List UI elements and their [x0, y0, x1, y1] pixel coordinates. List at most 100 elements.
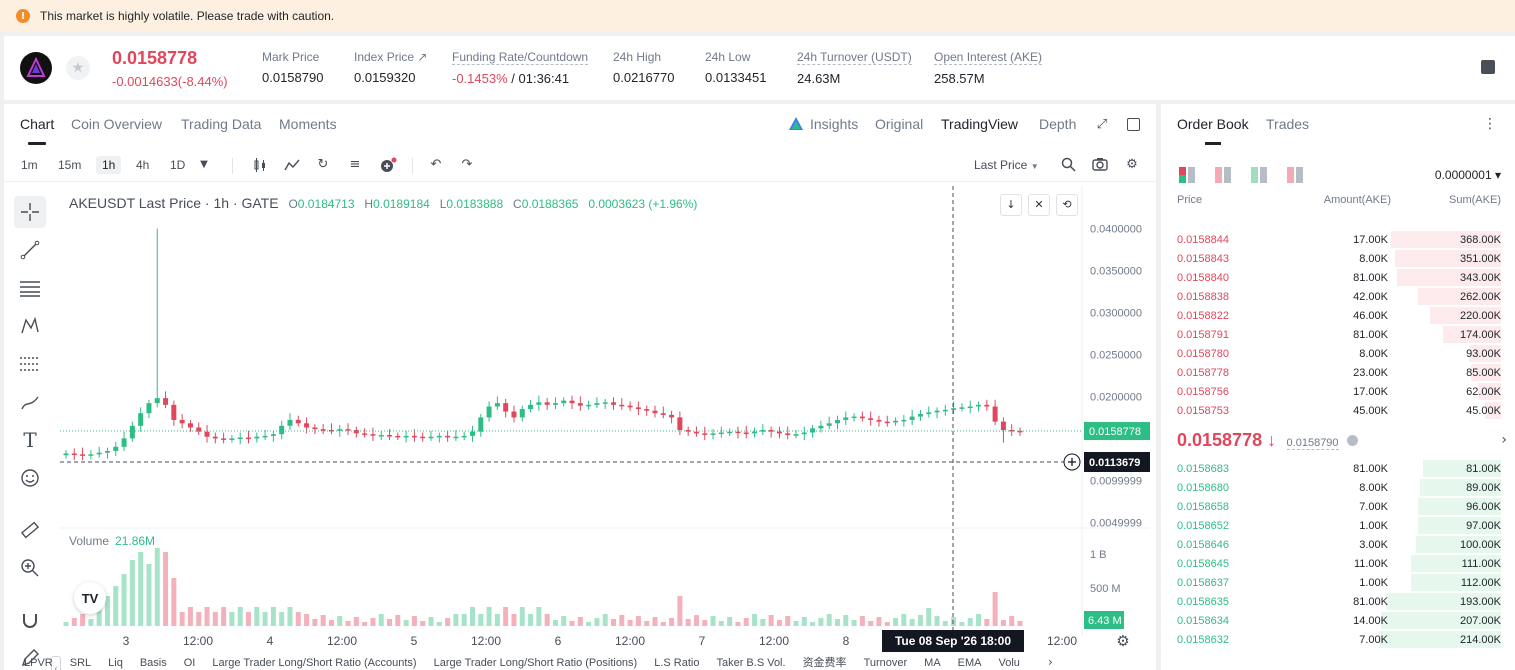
stat-index-price[interactable]: Index Price ↗ 0.0159320 [354, 50, 427, 85]
indicator-item[interactable]: Basis [140, 657, 167, 669]
settings-gear-icon[interactable]: ⚙ [1124, 157, 1140, 173]
interval-15m[interactable]: 15m [52, 156, 87, 174]
ask-row[interactable]: 0.0158844 17.00K 368.00K [1161, 231, 1515, 250]
ask-row[interactable]: 0.0158840 81.00K 343.00K [1161, 269, 1515, 288]
tab-depth[interactable]: Depth [1039, 116, 1076, 132]
bid-row[interactable]: 0.0158680 8.00K 89.00K [1161, 479, 1515, 498]
book-icon[interactable] [1481, 60, 1495, 74]
emoji-icon[interactable] [14, 462, 46, 494]
tab-moments[interactable]: Moments [279, 116, 337, 132]
bid-row[interactable]: 0.0158683 81.00K 81.00K [1161, 460, 1515, 479]
indicator-item[interactable]: MA [924, 657, 941, 669]
chevron-right-icon[interactable]: › [1048, 655, 1053, 669]
indicator-item[interactable]: Large Trader Long/Short Ratio (Accounts) [212, 657, 416, 669]
view-both-icon[interactable] [1179, 167, 1195, 183]
indicator-item[interactable]: Turnover [864, 657, 908, 669]
fib-levels-icon[interactable] [14, 348, 46, 380]
tradingview-logo-icon[interactable]: TV [74, 582, 106, 614]
candlestick-chart[interactable]: 0.0400000 0.0350000 0.0300000 0.0250000 0.02… [60, 186, 1150, 670]
ask-row[interactable]: 0.0158780 8.00K 93.00K [1161, 345, 1515, 364]
crosshair-icon[interactable] [14, 196, 46, 228]
tab-order-book[interactable]: Order Book [1177, 116, 1249, 145]
interval-1m[interactable]: 1m [15, 156, 44, 174]
ruler-icon[interactable] [14, 514, 46, 546]
templates-icon[interactable]: ≡ [347, 157, 363, 173]
collapse-arrows-icon[interactable]: ✕ [1028, 194, 1050, 216]
window-icon[interactable] [1127, 118, 1140, 131]
tab-chart[interactable]: Chart [20, 116, 54, 145]
bid-row[interactable]: 0.0158652 1.00K 97.00K [1161, 517, 1515, 536]
reset-view-icon[interactable]: ⟲ [1056, 194, 1078, 216]
indicator-item[interactable]: Large Trader Long/Short Ratio (Positions… [434, 657, 638, 669]
indicator-item[interactable]: Taker B.S Vol. [716, 657, 785, 669]
bid-row[interactable]: 0.0158634 14.00K 207.00K [1161, 612, 1515, 631]
indicator-item[interactable]: EMA [958, 657, 982, 669]
indicator-item[interactable]: LPVR [24, 657, 53, 669]
bid-row[interactable]: 0.0158637 1.00K 112.00K [1161, 574, 1515, 593]
indicator-item[interactable]: Volu [999, 657, 1020, 669]
view-bids-icon[interactable] [1251, 167, 1267, 183]
horizontal-lines-icon[interactable] [14, 272, 46, 304]
redo-icon[interactable]: ↷ [459, 157, 475, 173]
scroll-down-icon[interactable]: ↓ [1000, 194, 1022, 216]
view-depth-icon[interactable] [1287, 167, 1303, 183]
ask-row[interactable]: 0.0158756 17.00K 62.00K [1161, 383, 1515, 402]
tab-coin-overview[interactable]: Coin Overview [71, 116, 162, 132]
interval-1h[interactable]: 1h [96, 156, 122, 174]
favorite-star-icon[interactable]: ★ [66, 56, 90, 80]
bid-row[interactable]: 0.0158632 7.00K 214.00K [1161, 631, 1515, 650]
ask-row[interactable]: 0.0158791 81.00K 174.00K [1161, 326, 1515, 345]
interval-dropdown-icon[interactable]: ▼ [196, 157, 212, 173]
bid-row[interactable]: 0.0158646 3.00K 100.00K [1161, 536, 1515, 555]
text-tool-icon[interactable]: T [14, 424, 46, 456]
precision-select[interactable]: 0.0000001 ▾ [1435, 168, 1501, 182]
candle-body [436, 435, 442, 438]
price-tick-label: 0.0099999 [1090, 475, 1142, 487]
pattern-icon[interactable] [14, 310, 46, 342]
tab-tradingview[interactable]: TradingView [941, 116, 1018, 132]
brush-icon[interactable] [14, 386, 46, 418]
interval-1d[interactable]: 1D [164, 156, 191, 174]
ask-row[interactable]: 0.0158778 23.00K 85.00K [1161, 364, 1515, 383]
more-options-icon[interactable]: ⋮ [1483, 116, 1497, 132]
indicator-item[interactable]: L.S Ratio [654, 657, 699, 669]
chevron-right-icon[interactable]: › [1501, 432, 1507, 448]
expand-icon[interactable]: ⤢ [1094, 117, 1110, 133]
legend-high: 0.0189184 [373, 197, 430, 211]
trend-line-icon[interactable] [14, 234, 46, 266]
search-icon[interactable] [1060, 157, 1076, 173]
volume-bar [262, 612, 268, 626]
stat-value: 258.57M [934, 71, 985, 86]
tab-insights[interactable]: Insights [788, 116, 858, 132]
indicator-item[interactable]: SRL [70, 657, 91, 669]
undo-icon[interactable]: ↶ [428, 157, 444, 173]
row-price: 0.0158645 [1177, 558, 1229, 570]
indicator-item[interactable]: OI [184, 657, 196, 669]
add-alert-icon[interactable] [379, 157, 397, 173]
tab-trades[interactable]: Trades [1266, 116, 1309, 132]
zoom-in-icon[interactable] [14, 552, 46, 584]
indicator-item[interactable]: Liq [108, 657, 123, 669]
candle-body [237, 437, 243, 440]
indicators-icon[interactable] [284, 157, 300, 173]
ask-row[interactable]: 0.0158753 45.00K 45.00K [1161, 402, 1515, 421]
indicator-item[interactable]: 资金费率 [803, 657, 847, 669]
ask-row[interactable]: 0.0158822 46.00K 220.00K [1161, 307, 1515, 326]
bid-row[interactable]: 0.0158645 11.00K 111.00K [1161, 555, 1515, 574]
candle-type-icon[interactable] [252, 157, 268, 173]
magnet-icon[interactable] [14, 604, 46, 636]
replay-icon[interactable]: ↻ [315, 157, 331, 173]
bid-row[interactable]: 0.0158658 7.00K 96.00K [1161, 498, 1515, 517]
view-asks-icon[interactable] [1215, 167, 1231, 183]
candle-body [445, 435, 451, 438]
stat-label: Index Price ↗ [354, 50, 428, 64]
interval-4h[interactable]: 4h [130, 156, 155, 174]
bid-row[interactable]: 0.0158635 81.00K 193.00K [1161, 593, 1515, 612]
camera-icon[interactable] [1092, 157, 1108, 173]
tab-original[interactable]: Original [875, 116, 923, 132]
ask-row[interactable]: 0.0158838 42.00K 262.00K [1161, 288, 1515, 307]
chart-plot-area[interactable]: 0.0400000 0.0350000 0.0300000 0.0250000 0.02… [60, 186, 1150, 670]
tab-trading-data[interactable]: Trading Data [181, 116, 261, 132]
ask-row[interactable]: 0.0158843 8.00K 351.00K [1161, 250, 1515, 269]
price-source-select[interactable]: Last Price ▼ [974, 158, 1039, 172]
